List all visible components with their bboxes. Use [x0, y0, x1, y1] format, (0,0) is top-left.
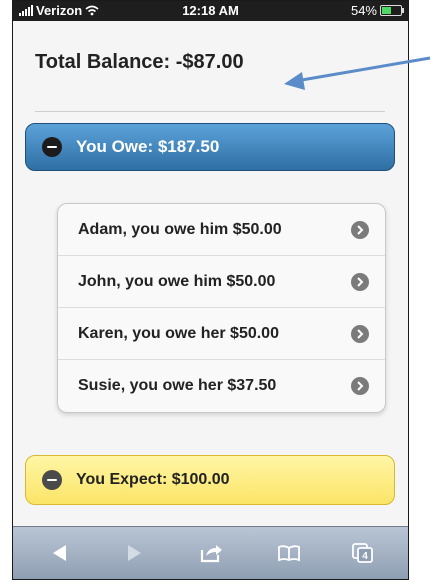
- battery-percent: 54%: [350, 3, 377, 18]
- owe-list: Adam, you owe him $50.00 John, you owe h…: [57, 203, 386, 413]
- chevron-right-icon: [351, 377, 369, 395]
- tabs-icon: 4: [352, 543, 373, 563]
- you-owe-label: You Owe: $187.50: [76, 137, 220, 156]
- you-expect-label: You Expect: $100.00: [76, 471, 230, 488]
- list-item-label: Susie, you owe her $37.50: [78, 377, 277, 394]
- list-item[interactable]: Karen, you owe her $50.00: [58, 308, 385, 360]
- list-item[interactable]: John, you owe him $50.00: [58, 256, 385, 308]
- you-expect-collapsible-header[interactable]: You Expect: $100.00: [25, 455, 395, 505]
- chevron-right-icon: [351, 221, 369, 239]
- collapse-minus-icon: [42, 470, 62, 490]
- you-owe-collapsible-header[interactable]: You Owe: $187.50: [25, 123, 395, 171]
- battery-status: 54%: [350, 3, 404, 18]
- browser-toolbar: 4: [13, 526, 408, 579]
- tabs-count: 4: [362, 551, 368, 562]
- list-item-label: Karen, you owe her $50.00: [78, 324, 279, 342]
- status-bar: Verizon 12:18 AM 54%: [13, 1, 408, 21]
- list-item[interactable]: Adam, you owe him $50.00: [58, 204, 385, 256]
- list-item-label: Adam, you owe him $50.00: [78, 220, 282, 238]
- list-item-label: John, you owe him $50.00: [78, 272, 276, 290]
- total-balance: Total Balance: -$87.00: [35, 51, 244, 73]
- forward-icon[interactable]: [121, 541, 149, 565]
- phone-frame: Verizon 12:18 AM 54% Total Balance: -$87…: [12, 0, 409, 580]
- bookmarks-icon[interactable]: [275, 541, 303, 565]
- chevron-right-icon: [351, 325, 369, 343]
- tabs-button[interactable]: 4: [349, 541, 377, 565]
- battery-icon: [380, 5, 404, 16]
- share-icon[interactable]: [197, 541, 225, 565]
- divider: [35, 111, 385, 112]
- status-time: 12:18 AM: [182, 3, 239, 18]
- collapse-minus-icon: [42, 137, 62, 157]
- chevron-right-icon: [351, 273, 369, 291]
- back-icon[interactable]: [45, 541, 73, 565]
- list-item[interactable]: Susie, you owe her $37.50: [58, 360, 385, 412]
